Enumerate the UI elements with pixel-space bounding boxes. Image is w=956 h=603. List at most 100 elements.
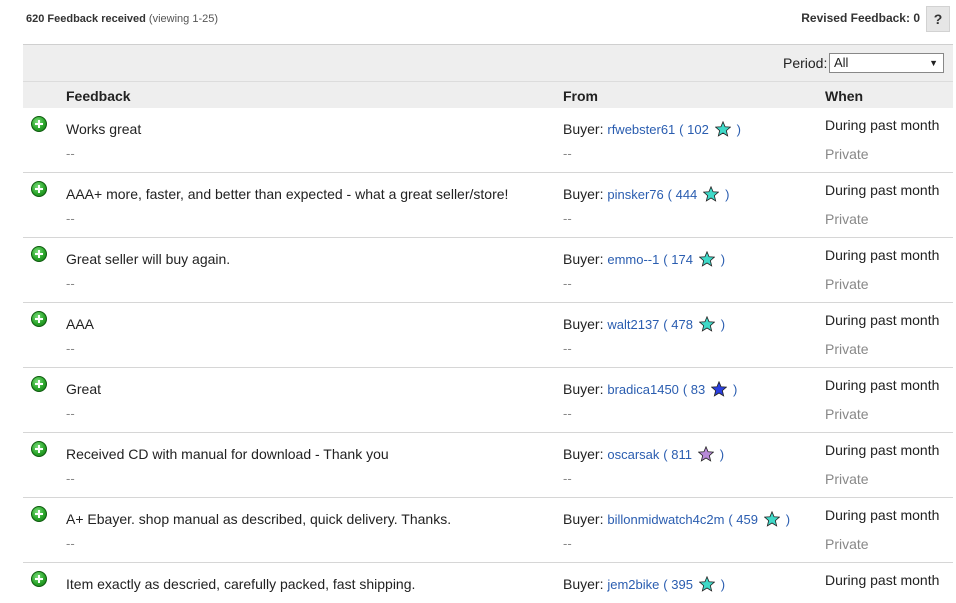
- item-price: Private: [825, 276, 869, 292]
- buyer-username-link[interactable]: pinsker76: [607, 187, 663, 202]
- positive-feedback-icon: [31, 246, 47, 262]
- feedback-reply: --: [66, 471, 75, 486]
- feedback-when: During past month: [825, 247, 940, 263]
- score-open-paren: (: [667, 187, 672, 202]
- score-open-paren: (: [728, 512, 733, 527]
- item-price: Private: [825, 471, 869, 487]
- positive-feedback-icon: [31, 311, 47, 327]
- feedback-count: 620 Feedback received: [26, 13, 146, 25]
- buyer-username-link[interactable]: emmo--1: [607, 252, 659, 267]
- from-secondary: --: [563, 536, 572, 551]
- feedback-when: During past month: [825, 572, 940, 588]
- buyer-username-link[interactable]: walt2137: [607, 317, 659, 332]
- feedback-from: Buyer: pinsker76 ( 444 ): [563, 186, 729, 202]
- buyer-score: 444: [675, 187, 698, 202]
- positive-feedback-icon: [31, 181, 47, 197]
- from-secondary: --: [563, 341, 572, 356]
- feedback-when: During past month: [825, 507, 940, 523]
- buyer-role-label: Buyer:: [563, 576, 604, 592]
- item-price: Private: [825, 536, 869, 552]
- buyer-score-link[interactable]: ( 444: [668, 187, 698, 202]
- feedback-comment: AAA: [66, 316, 95, 332]
- table-row: A+ Ebayer. shop manual as described, qui…: [23, 498, 953, 563]
- item-price: Private: [825, 341, 869, 357]
- buyer-score-link[interactable]: ( 174: [663, 252, 693, 267]
- table-row: Received CD with manual for download - T…: [23, 433, 953, 498]
- positive-feedback-icon: [31, 571, 47, 587]
- buyer-score-link[interactable]: ( 83: [683, 382, 705, 397]
- buyer-score-link[interactable]: ( 459: [728, 512, 758, 527]
- feedback-from: Buyer: billonmidwatch4c2m ( 459 ): [563, 511, 790, 527]
- table-row: Works great -- Buyer: rfwebster61 ( 102 …: [23, 108, 953, 173]
- score-close-paren: ): [785, 512, 791, 527]
- buyer-username-link[interactable]: bradica1450: [607, 382, 679, 397]
- feedback-star-icon[interactable]: [697, 446, 714, 462]
- buyer-score-link[interactable]: ( 102: [679, 122, 709, 137]
- help-button[interactable]: ?: [926, 6, 950, 32]
- table-row: Great -- Buyer: bradica1450 ( 83 ) -- Du…: [23, 368, 953, 433]
- buyer-role-label: Buyer:: [563, 511, 604, 527]
- feedback-star-icon[interactable]: [763, 511, 780, 527]
- feedback-from: Buyer: jem2bike ( 395 ): [563, 576, 725, 592]
- feedback-when: During past month: [825, 117, 940, 133]
- buyer-score-link[interactable]: ( 478: [663, 317, 693, 332]
- feedback-comment: Received CD with manual for download - T…: [66, 446, 389, 462]
- period-filter-bar: Period: All ▼: [23, 45, 953, 81]
- buyer-role-label: Buyer:: [563, 316, 604, 332]
- buyer-username-link[interactable]: rfwebster61: [607, 122, 675, 137]
- from-secondary: --: [563, 471, 572, 486]
- feedback-star-icon[interactable]: [714, 121, 731, 137]
- feedback-reply: --: [66, 276, 75, 291]
- table-row: AAA+ more, faster, and better than expec…: [23, 173, 953, 238]
- column-header-feedback: Feedback: [66, 88, 131, 104]
- feedback-when: During past month: [825, 182, 940, 198]
- feedback-reply: --: [66, 406, 75, 421]
- period-select[interactable]: All ▼: [829, 53, 944, 73]
- buyer-username-link[interactable]: jem2bike: [607, 577, 659, 592]
- dropdown-arrow-icon: ▼: [929, 58, 938, 68]
- item-price: Private: [825, 406, 869, 422]
- feedback-when: During past month: [825, 377, 940, 393]
- buyer-username-link[interactable]: oscarsak: [607, 447, 659, 462]
- positive-feedback-icon: [31, 376, 47, 392]
- revised-feedback-count: Revised Feedback: 0: [801, 11, 920, 25]
- viewing-range: (viewing 1-25): [148, 13, 219, 25]
- feedback-star-icon[interactable]: [698, 316, 715, 332]
- feedback-summary: 620 Feedback received (viewing 1-25): [26, 13, 218, 25]
- buyer-role-label: Buyer:: [563, 381, 604, 397]
- feedback-comment: Great seller will buy again.: [66, 251, 231, 267]
- feedback-star-icon[interactable]: [711, 381, 728, 397]
- feedback-from: Buyer: oscarsak ( 811 ): [563, 446, 724, 462]
- positive-feedback-icon: [31, 116, 47, 132]
- table-header: Feedback From When: [23, 81, 953, 108]
- feedback-star-icon[interactable]: [698, 576, 715, 592]
- buyer-score: 459: [736, 512, 758, 527]
- score-close-paren: ): [725, 187, 730, 202]
- score-open-paren: (: [663, 317, 668, 332]
- feedback-header: 620 Feedback received (viewing 1-25) Rev…: [0, 0, 956, 44]
- buyer-score: 811: [671, 447, 692, 462]
- item-price: Private: [825, 146, 869, 162]
- period-label: Period:: [783, 55, 828, 71]
- feedback-when: During past month: [825, 312, 940, 328]
- feedback-reply: --: [66, 146, 75, 161]
- buyer-score: 395: [671, 577, 693, 592]
- from-secondary: --: [563, 276, 572, 291]
- feedback-comment: AAA+ more, faster, and better than expec…: [66, 186, 509, 202]
- buyer-score-link[interactable]: ( 811: [663, 447, 692, 462]
- buyer-score-link[interactable]: ( 395: [663, 577, 693, 592]
- feedback-star-icon[interactable]: [698, 251, 715, 267]
- feedback-star-icon[interactable]: [703, 186, 720, 202]
- buyer-score: 102: [687, 122, 709, 137]
- feedback-when: During past month: [825, 442, 940, 458]
- item-price: Private: [825, 211, 869, 227]
- buyer-score: 174: [671, 252, 693, 267]
- buyer-username-link[interactable]: billonmidwatch4c2m: [607, 512, 724, 527]
- table-row: Great seller will buy again. -- Buyer: e…: [23, 238, 953, 303]
- positive-feedback-icon: [31, 506, 47, 522]
- score-close-paren: ): [720, 252, 726, 267]
- score-close-paren: ): [733, 382, 738, 397]
- buyer-role-label: Buyer:: [563, 446, 604, 462]
- column-header-when: When: [825, 88, 864, 104]
- buyer-role-label: Buyer:: [563, 251, 604, 267]
